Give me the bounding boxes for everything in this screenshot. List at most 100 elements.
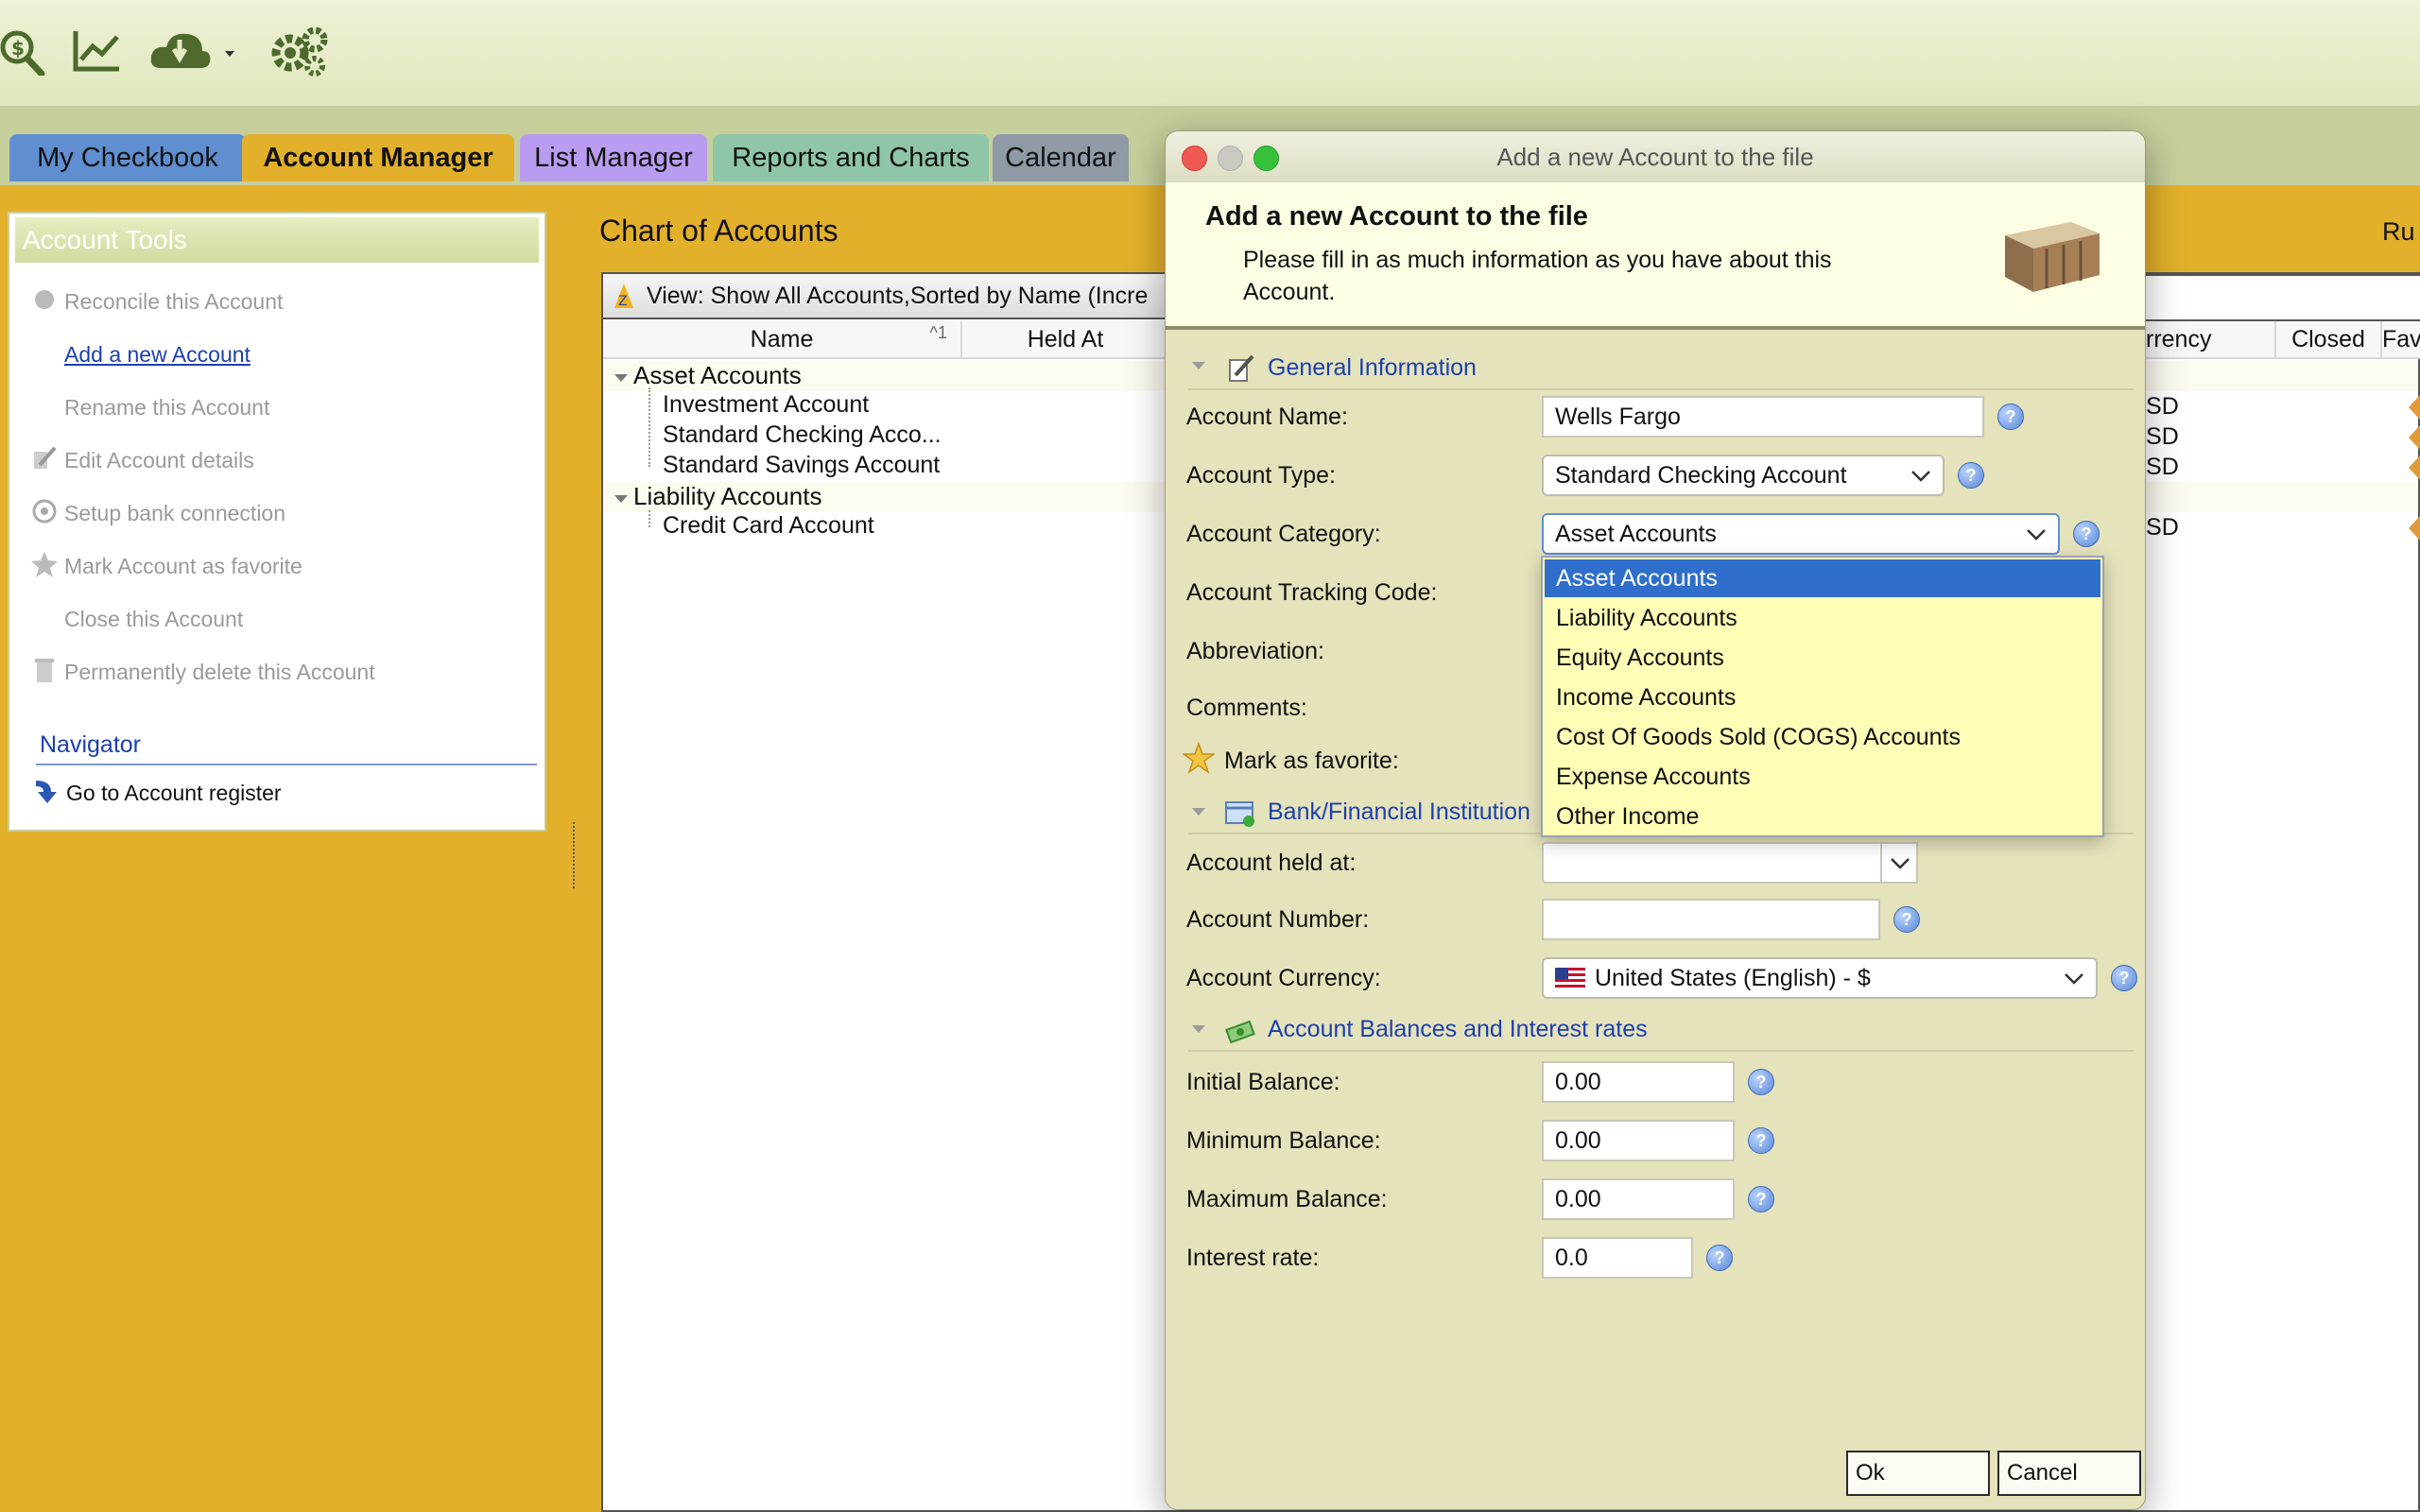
help-icon[interactable]: ? bbox=[1748, 1069, 1774, 1095]
tool-add-new-account[interactable]: Add a new Account bbox=[64, 342, 251, 368]
tree-line bbox=[648, 387, 652, 467]
help-icon[interactable]: ? bbox=[1706, 1245, 1733, 1271]
tool-close-account[interactable]: Close this Account bbox=[64, 607, 243, 632]
minimum-balance-value: 0.00 bbox=[1555, 1126, 1601, 1154]
tree-row-standard-checking[interactable]: Standard Checking Acco... bbox=[663, 421, 942, 449]
interest-rate-input[interactable]: 0.0 bbox=[1542, 1237, 1693, 1279]
account-category-dropdown: Asset Accounts Liability Accounts Equity… bbox=[1541, 556, 2104, 837]
expand-chevron-icon[interactable] bbox=[614, 495, 628, 503]
tab-list-manager[interactable]: List Manager bbox=[520, 134, 707, 181]
category-option-liability[interactable]: Liability Accounts bbox=[1545, 599, 2100, 637]
close-window-button[interactable] bbox=[1182, 146, 1207, 171]
account-name-input[interactable]: Wells Fargo bbox=[1542, 396, 1984, 438]
tool-edit-account-details[interactable]: Edit Account details bbox=[64, 448, 254, 473]
tool-rename-account[interactable]: Rename this Account bbox=[64, 395, 269, 421]
account-type-select[interactable]: Standard Checking Account bbox=[1542, 455, 1945, 496]
category-option-equity[interactable]: Equity Accounts bbox=[1545, 639, 2100, 677]
account-number-input[interactable] bbox=[1542, 899, 1880, 940]
trash-icon bbox=[30, 656, 59, 684]
tree-row-liability-accounts[interactable]: Liability Accounts bbox=[633, 482, 821, 511]
svg-text:Z: Z bbox=[618, 294, 628, 309]
account-type-value: Standard Checking Account bbox=[1555, 461, 1847, 489]
tree-row-asset-accounts[interactable]: Asset Accounts bbox=[633, 361, 802, 390]
zoom-window-button[interactable] bbox=[1253, 146, 1279, 171]
help-icon[interactable]: ? bbox=[2073, 521, 2100, 547]
tab-label: List Manager bbox=[534, 142, 693, 173]
category-option-expense[interactable]: Expense Accounts bbox=[1545, 758, 2100, 796]
bank-card-icon bbox=[1224, 799, 1256, 827]
initial-balance-value: 0.00 bbox=[1555, 1068, 1601, 1095]
category-option-asset[interactable]: Asset Accounts bbox=[1545, 559, 2100, 597]
account-held-at-input[interactable] bbox=[1542, 842, 1882, 884]
category-option-income[interactable]: Income Accounts bbox=[1545, 679, 2100, 716]
tab-label: My Checkbook bbox=[37, 142, 218, 173]
category-option-cogs[interactable]: Cost Of Goods Sold (COGS) Accounts bbox=[1545, 718, 2100, 756]
cancel-button[interactable]: Cancel bbox=[1997, 1451, 2141, 1496]
account-category-select[interactable]: Asset Accounts bbox=[1542, 513, 2060, 555]
tool-reconcile-account[interactable]: Reconcile this Account bbox=[64, 289, 283, 315]
tab-my-checkbook[interactable]: My Checkbook bbox=[9, 134, 246, 181]
help-icon[interactable]: ? bbox=[2111, 965, 2137, 991]
label-abbreviation: Abbreviation: bbox=[1186, 638, 1324, 664]
column-header-favorite[interactable]: Fav bbox=[2382, 321, 2420, 359]
help-icon[interactable]: ? bbox=[1997, 404, 2024, 430]
arrow-register-icon bbox=[30, 777, 59, 805]
section-balances-interest[interactable]: Account Balances and Interest rates bbox=[1188, 1010, 2134, 1052]
tool-mark-favorite[interactable]: Mark Account as favorite bbox=[64, 554, 302, 579]
dialog-window-title: Add a new Account to the file bbox=[1496, 142, 1814, 171]
help-icon[interactable]: ? bbox=[1748, 1127, 1774, 1154]
chart-line-icon[interactable] bbox=[70, 21, 123, 81]
minimum-balance-input[interactable]: 0.00 bbox=[1542, 1120, 1735, 1161]
help-icon[interactable]: ? bbox=[1748, 1186, 1774, 1212]
tree-line bbox=[648, 510, 652, 527]
star-icon bbox=[30, 550, 59, 578]
cloud-download-icon[interactable] bbox=[147, 21, 238, 81]
dialog-subtext-line1: Please fill in as much information as yo… bbox=[1243, 247, 1832, 273]
column-header-held-at[interactable]: Held At bbox=[962, 321, 1170, 359]
view-filter-bar[interactable]: Z View: Show All Accounts,Sorted by Name… bbox=[601, 272, 1168, 319]
tab-calendar[interactable]: Calendar bbox=[993, 134, 1129, 181]
chart-title: Chart of Accounts bbox=[599, 214, 838, 248]
ok-button[interactable]: Ok bbox=[1846, 1451, 1990, 1496]
help-icon[interactable]: ? bbox=[1893, 906, 1920, 933]
label-account-held-at: Account held at: bbox=[1186, 850, 1357, 876]
account-currency-select[interactable]: United States (English) - $ bbox=[1542, 957, 2098, 999]
collapse-chevron-icon[interactable] bbox=[1192, 808, 1205, 817]
chevron-down-icon bbox=[1891, 858, 1910, 869]
category-option-other-income[interactable]: Other Income bbox=[1545, 798, 2100, 835]
section-general-information[interactable]: General Information bbox=[1188, 349, 2134, 390]
search-money-icon[interactable]: $ bbox=[0, 21, 45, 81]
expand-chevron-icon[interactable] bbox=[614, 374, 628, 382]
column-header-name[interactable]: Name ^1 bbox=[603, 321, 962, 359]
account-category-value: Asset Accounts bbox=[1555, 520, 1717, 547]
tab-reports-and-charts[interactable]: Reports and Charts bbox=[713, 134, 989, 181]
tool-setup-bank-connection[interactable]: Setup bank connection bbox=[64, 501, 285, 526]
nav-go-to-register[interactable]: Go to Account register bbox=[66, 781, 282, 806]
chevron-down-icon bbox=[1911, 471, 1930, 482]
tab-account-manager[interactable]: Account Manager bbox=[242, 134, 514, 181]
sort-indicator: ^1 bbox=[929, 323, 947, 342]
tree-row-credit-card-account[interactable]: Credit Card Account bbox=[663, 512, 874, 540]
section-general-label: General Information bbox=[1268, 354, 1477, 381]
tool-delete-account[interactable]: Permanently delete this Account bbox=[64, 660, 375, 685]
column-header-closed[interactable]: Closed bbox=[2276, 321, 2382, 359]
dialog-titlebar[interactable]: Add a new Account to the file bbox=[1166, 131, 2145, 183]
splitter-handle[interactable] bbox=[573, 822, 579, 888]
chevron-down-icon bbox=[2065, 973, 2083, 985]
held-at-dropdown-button[interactable] bbox=[1880, 842, 1918, 884]
tree-row-investment-account[interactable]: Investment Account bbox=[663, 391, 869, 419]
maximum-balance-input[interactable]: 0.00 bbox=[1542, 1178, 1735, 1220]
tree-row-standard-savings[interactable]: Standard Savings Account bbox=[663, 452, 940, 479]
initial-balance-input[interactable]: 0.00 bbox=[1542, 1061, 1735, 1103]
collapse-chevron-icon[interactable] bbox=[1192, 1025, 1205, 1035]
minimize-window-button[interactable] bbox=[1218, 146, 1243, 171]
label-maximum-balance: Maximum Balance: bbox=[1186, 1186, 1388, 1212]
label-initial-balance: Initial Balance: bbox=[1186, 1069, 1340, 1095]
collapse-chevron-icon[interactable] bbox=[1192, 362, 1205, 371]
account-tools-panel: Account Tools Reconcile this Account Add… bbox=[8, 212, 546, 832]
gears-icon[interactable] bbox=[265, 21, 333, 81]
dialog-header: Add a new Account to the file Please fil… bbox=[1166, 182, 2145, 330]
bank-connection-icon bbox=[30, 497, 59, 525]
column-header-currency[interactable]: rrency bbox=[2146, 321, 2276, 359]
help-icon[interactable]: ? bbox=[1958, 462, 1984, 489]
